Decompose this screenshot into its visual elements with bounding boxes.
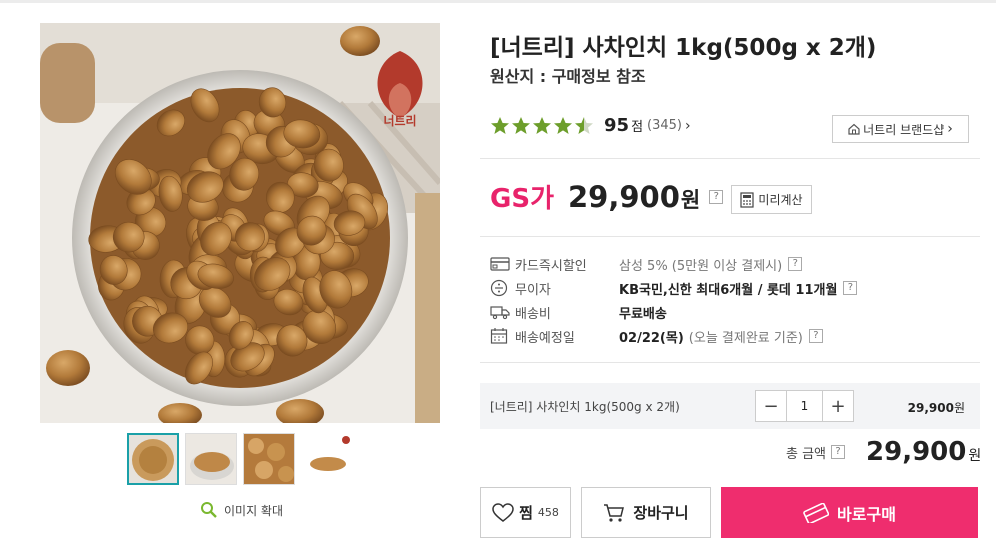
- add-to-cart-button[interactable]: 장바구니: [581, 487, 711, 538]
- help-icon[interactable]: ?: [808, 329, 823, 343]
- info-label: 무이자: [515, 282, 551, 298]
- star-icon: [533, 116, 551, 134]
- info-value-note: (오늘 결제완료 기준): [688, 330, 803, 346]
- card-icon: [490, 254, 512, 274]
- interest-free-icon: [490, 278, 512, 298]
- pre-calculate-label: 미리계산: [758, 193, 803, 207]
- star-icon: [575, 116, 593, 134]
- pre-calculate-button[interactable]: 미리계산: [731, 185, 812, 214]
- thumbnail-4-image: [302, 434, 352, 484]
- rating-score-unit: 점: [631, 120, 644, 135]
- info-value: 무료배송: [619, 306, 667, 322]
- chevron-right-icon: ›: [685, 117, 691, 134]
- cart-label: 장바구니: [633, 504, 689, 522]
- price-currency: 원: [680, 188, 701, 212]
- image-zoom-link[interactable]: 이미지 확대: [200, 501, 283, 519]
- help-icon[interactable]: ?: [843, 281, 858, 295]
- home-icon: [848, 123, 860, 135]
- star-icon: [554, 116, 572, 134]
- card-payment-icon: [803, 502, 830, 523]
- thumbnail-strip: [127, 433, 353, 485]
- thumbnail-2-image: [186, 434, 236, 484]
- truck-icon: [490, 302, 512, 322]
- product-main-image[interactable]: 너트리: [40, 23, 440, 423]
- wishlist-label: 찜: [519, 504, 533, 522]
- quantity-decrease-button[interactable]: −: [756, 391, 786, 421]
- thumbnail-4[interactable]: [301, 433, 353, 485]
- quantity-input[interactable]: 1: [786, 391, 823, 421]
- product-photo: 너트리: [40, 23, 440, 423]
- rating-stars: [490, 116, 595, 136]
- option-price-currency: 원: [953, 401, 965, 415]
- price-help-icon[interactable]: ?: [709, 189, 724, 204]
- info-row-card-discount: 카드즉시할인 삼성 5% (5만원 이상 결제시) ?: [490, 254, 803, 274]
- info-label: 배송비: [515, 306, 551, 322]
- total-amount: 29,900: [866, 437, 967, 467]
- product-origin: 원산지 : 구매정보 참조: [490, 67, 646, 86]
- divider: [480, 158, 980, 159]
- total-label: 총 금액: [786, 446, 827, 462]
- info-row-delivery-date: 배송예정일 02/22(목) (오늘 결제완료 기준) ?: [490, 326, 823, 346]
- gs-price-label: GS가: [490, 184, 554, 214]
- rating-summary[interactable]: 95 점 (345) ›: [490, 115, 691, 136]
- option-price: 29,900원: [908, 399, 965, 416]
- product-title: [너트리] 사차인치 1kg(500g x 2개): [490, 35, 877, 61]
- price-row: GS가 29,900 원 ?: [490, 178, 724, 215]
- info-value: 삼성 5% (5만원 이상 결제시): [619, 258, 783, 274]
- buy-now-label: 바로구매: [837, 504, 896, 524]
- heart-icon: [492, 502, 514, 522]
- magnifier-icon: [201, 502, 217, 518]
- thumbnail-3-image: [244, 434, 294, 484]
- option-price-amount: 29,900: [907, 401, 954, 415]
- option-name: [너트리] 사차인치 1kg(500g x 2개): [490, 400, 680, 414]
- total-help-icon[interactable]: ?: [831, 445, 846, 459]
- info-value: 02/22(목): [619, 330, 684, 346]
- price-amount: 29,900: [568, 180, 680, 214]
- thumbnail-1[interactable]: [127, 433, 179, 485]
- help-icon[interactable]: ?: [788, 257, 803, 271]
- selected-option: [너트리] 사차인치 1kg(500g x 2개) − 1 + 29,900원: [480, 383, 980, 429]
- rating-score: 95: [604, 115, 630, 136]
- info-value: KB국민,신한 최대6개월 / 롯데 11개월: [619, 282, 838, 298]
- star-icon: [491, 116, 509, 134]
- thumbnail-1-image: [129, 435, 177, 483]
- divider: [480, 362, 980, 363]
- quantity-increase-button[interactable]: +: [823, 391, 853, 421]
- total-currency: 원: [968, 448, 982, 464]
- top-divider: [0, 0, 996, 3]
- cart-icon: [604, 503, 625, 522]
- calendar-icon: [490, 326, 512, 346]
- brand-shop-label: 너트리 브랜드샵: [863, 122, 945, 137]
- info-row-shipping-fee: 배송비 무료배송: [490, 302, 667, 322]
- thumbnail-2[interactable]: [185, 433, 237, 485]
- info-row-interest-free: 무이자 KB국민,신한 최대6개월 / 롯데 11개월 ?: [490, 278, 858, 298]
- total-price: 총 금액 ? 29,900 원: [786, 437, 981, 467]
- info-label: 카드즉시할인: [515, 258, 587, 274]
- divider: [480, 236, 980, 237]
- brand-shop-button[interactable]: 너트리 브랜드샵 ›: [832, 115, 969, 143]
- wishlist-button[interactable]: 찜 458: [480, 487, 571, 538]
- thumbnail-3[interactable]: [243, 433, 295, 485]
- review-count: (345): [647, 118, 682, 133]
- star-icon: [512, 116, 530, 134]
- brand-logo-text: 너트리: [383, 113, 416, 128]
- calculator-icon: [740, 191, 755, 208]
- wishlist-count: 458: [537, 506, 559, 519]
- info-label: 배송예정일: [515, 330, 575, 346]
- zoom-label: 이미지 확대: [224, 503, 284, 518]
- buy-now-button[interactable]: 바로구매: [721, 487, 978, 538]
- chevron-right-icon: ›: [947, 121, 953, 137]
- quantity-stepper: − 1 +: [755, 390, 854, 422]
